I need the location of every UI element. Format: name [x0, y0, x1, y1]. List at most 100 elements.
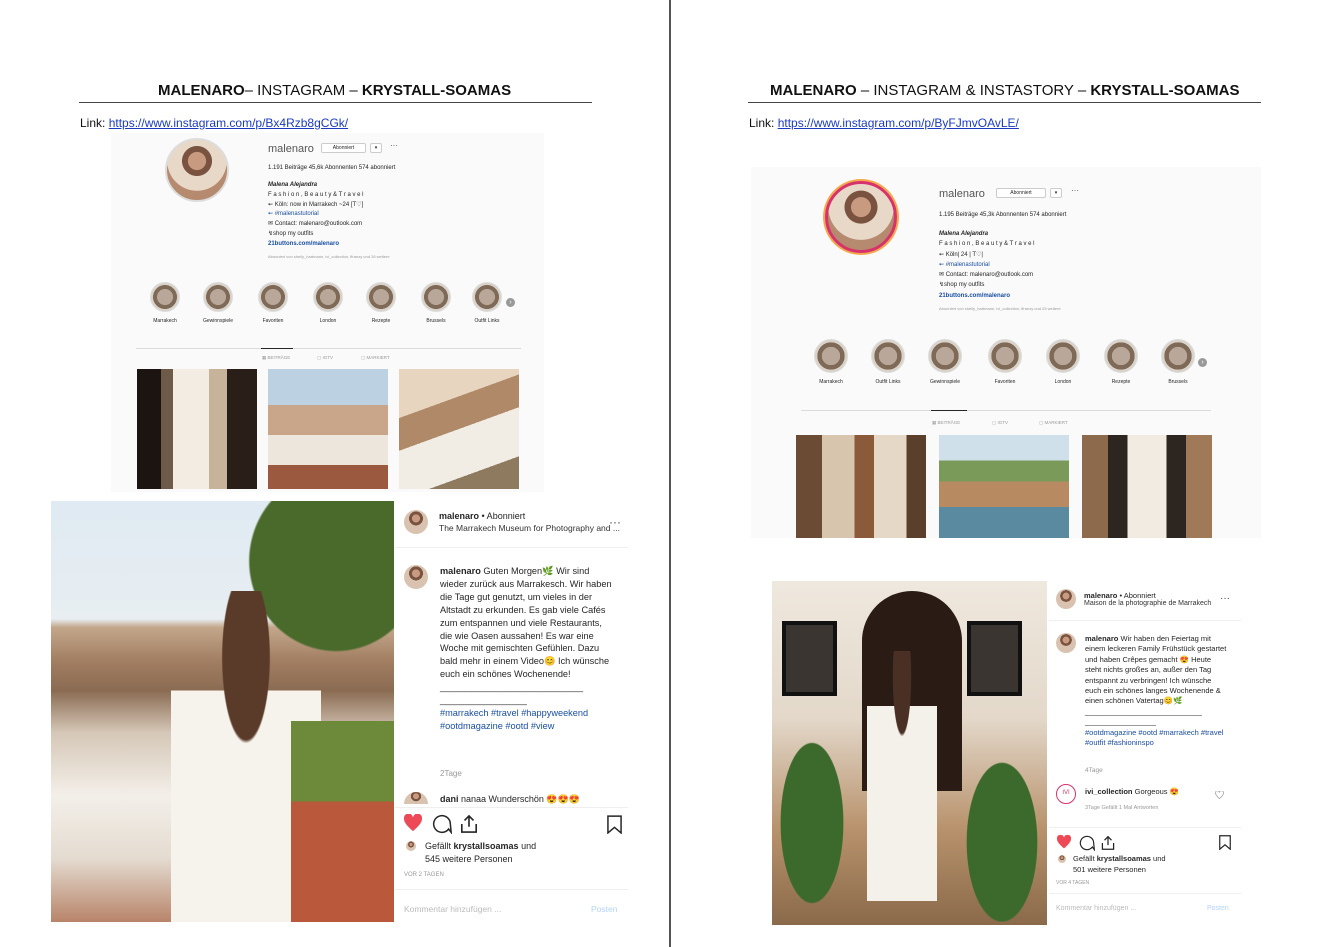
- heart-icon[interactable]: [403, 814, 423, 832]
- dropdown-button[interactable]: ▾: [1050, 188, 1062, 198]
- tab-igtv[interactable]: ▢ IGTV: [317, 355, 333, 361]
- liker-avatar: [406, 841, 416, 851]
- share-icon[interactable]: [1101, 835, 1115, 851]
- heart-icon[interactable]: [1056, 835, 1072, 849]
- highlight-item[interactable]: Favoriten: [258, 282, 288, 324]
- highlight-circle: [472, 282, 502, 312]
- highlight-item[interactable]: Rezepte: [1104, 339, 1138, 385]
- highlight-label: Marrakech: [819, 379, 843, 385]
- bookmark-icon[interactable]: [607, 815, 622, 834]
- bio-link[interactable]: 21buttons.com/malenaro: [268, 240, 468, 250]
- highlights-next-icon[interactable]: ›: [1198, 358, 1207, 367]
- highlight-label: Marrakech: [153, 318, 177, 324]
- bio-link[interactable]: 21buttons.com/malenaro: [939, 291, 1139, 301]
- highlight-item[interactable]: London: [313, 282, 343, 324]
- bio-name: Malena Alejandra: [939, 231, 989, 237]
- highlight-item[interactable]: Favoriten: [988, 339, 1022, 385]
- post-thumbnail[interactable]: [268, 369, 388, 489]
- highlight-circle: [988, 339, 1022, 373]
- more-options-icon[interactable]: ···: [1071, 186, 1079, 195]
- caption-avatar[interactable]: [404, 565, 428, 589]
- highlight-item[interactable]: Outfit Links: [472, 282, 502, 324]
- post-caption: malenaro Guten Morgen🌿 Wir sind wieder z…: [440, 566, 612, 731]
- post-more-icon[interactable]: ···: [1220, 593, 1230, 604]
- share-icon[interactable]: [460, 814, 478, 834]
- post-location[interactable]: The Marrakech Museum for Photography and…: [439, 523, 620, 533]
- post-thumbnail[interactable]: [1082, 435, 1212, 538]
- tab-posts[interactable]: ▦ BEITRÄGE: [932, 420, 960, 426]
- post-author-avatar[interactable]: [404, 510, 428, 534]
- highlight-label: London: [319, 318, 337, 324]
- panel-divider: [395, 547, 628, 548]
- post-author[interactable]: malenaro • Abonniert: [439, 511, 525, 521]
- palm-plant: [772, 721, 852, 925]
- highlight-circle: [421, 282, 451, 312]
- follow-button[interactable]: Abonniert: [321, 143, 366, 153]
- comment-icon[interactable]: [432, 814, 452, 834]
- right-post-link[interactable]: https://www.instagram.com/p/ByFJmvOAvLE/: [778, 116, 1019, 130]
- highlight-item[interactable]: Marrakech: [150, 282, 180, 324]
- tab-tagged[interactable]: ▢ MARKIERT: [1039, 420, 1068, 426]
- bio-hashtag[interactable]: ⇜ #malenastutorial: [268, 210, 468, 220]
- highlight-item[interactable]: Gewinnspiele: [928, 339, 962, 385]
- likes-summary[interactable]: Gefällt krystallsoamas und 501 weitere P…: [1073, 854, 1233, 875]
- highlight-label: Brussels: [426, 318, 446, 324]
- highlight-item[interactable]: Brussels: [1161, 339, 1195, 385]
- highlight-item[interactable]: Marrakech: [814, 339, 848, 385]
- caption-hashtags[interactable]: #marrakech #travel #happyweekend #ootdma…: [440, 708, 588, 731]
- highlight-item[interactable]: Brussels: [421, 282, 451, 324]
- post-author-avatar[interactable]: [1056, 589, 1076, 609]
- right-profile-screenshot: malenaro Abonniert ▾ ··· 1.195 Beiträge …: [751, 167, 1261, 538]
- highlight-item[interactable]: London: [1046, 339, 1080, 385]
- follow-button[interactable]: Abonniert: [996, 188, 1046, 198]
- framed-photo: [782, 621, 837, 696]
- plant-and-wall: [291, 721, 394, 922]
- highlight-item[interactable]: Rezepte: [366, 282, 396, 324]
- post-comment-button[interactable]: Posten: [591, 904, 617, 914]
- profile-stats: 1.195 Beiträge 45,3k Abonnenten 574 abon…: [939, 212, 1067, 218]
- comment-like-icon[interactable]: [1215, 791, 1224, 799]
- highlight-label: Rezepte: [1111, 379, 1131, 385]
- followed-by: Abonniert von shelly_hartmann, ivi_colle…: [939, 306, 1061, 312]
- add-comment-input[interactable]: Kommentar hinzufügen ...: [1056, 905, 1136, 912]
- post-comment-button[interactable]: Posten: [1207, 905, 1229, 912]
- profile-stats: 1.191 Beiträge 45,6k Abonnenten 574 abon…: [268, 165, 396, 171]
- comment-icon[interactable]: [1079, 835, 1095, 851]
- comment-avatar[interactable]: [404, 792, 428, 804]
- caption-hashtags[interactable]: #ootdmagazine #ootd #marrakech #travel #…: [1085, 728, 1223, 747]
- right-post-panel: malenaro • Abonniert Maison de la photog…: [1049, 581, 1241, 925]
- more-options-icon[interactable]: ···: [390, 141, 398, 150]
- tab-posts[interactable]: ▦ BEITRÄGE: [262, 355, 290, 361]
- post-thumbnail[interactable]: [939, 435, 1069, 538]
- framed-photo: [967, 621, 1022, 696]
- highlight-circle: [366, 282, 396, 312]
- left-link-line: Link: https://www.instagram.com/p/Bx4Rzb…: [80, 116, 349, 130]
- post-author[interactable]: malenaro • Abonniert: [1084, 591, 1156, 600]
- commenter-avatar[interactable]: IVI: [1056, 784, 1076, 804]
- post-more-icon[interactable]: ···: [609, 515, 621, 529]
- dropdown-button[interactable]: ▾: [370, 143, 382, 153]
- profile-avatar[interactable]: [165, 138, 229, 202]
- highlight-circle: [1161, 339, 1195, 373]
- add-comment-input[interactable]: Kommentar hinzufügen ...: [404, 904, 501, 914]
- bookmark-icon[interactable]: [1219, 835, 1231, 850]
- post-location[interactable]: Maison de la photographie de Marrakech: [1084, 600, 1211, 607]
- caption-avatar[interactable]: [1056, 633, 1076, 653]
- post-thumbnail[interactable]: [137, 369, 257, 489]
- highlight-item[interactable]: Outfit Links: [871, 339, 905, 385]
- bio-hashtag[interactable]: ⇜ #malenastutorial: [939, 260, 1139, 270]
- post-thumbnail[interactable]: [796, 435, 926, 538]
- highlights-next-icon[interactable]: ›: [506, 298, 515, 307]
- tab-igtv[interactable]: ▢ IGTV: [992, 420, 1008, 426]
- tab-tagged[interactable]: ▢ MARKIERT: [361, 355, 390, 361]
- profile-avatar[interactable]: [825, 181, 897, 253]
- panel-divider: [1049, 893, 1241, 894]
- left-title-rule: [79, 102, 592, 103]
- post-thumbnail[interactable]: [399, 369, 519, 489]
- left-post-panel: malenaro • Abonniert The Marrakech Museu…: [395, 501, 628, 922]
- woman-figure: [867, 651, 937, 901]
- highlight-item[interactable]: Gewinnspiele: [203, 282, 233, 324]
- likes-summary[interactable]: Gefällt krystallsoamas und 545 weitere P…: [425, 840, 615, 866]
- left-page-title: MALENARO– INSTAGRAM – KRYSTALL-SOAMAS: [158, 82, 512, 99]
- left-post-link[interactable]: https://www.instagram.com/p/Bx4Rzb8gCGk/: [109, 116, 348, 130]
